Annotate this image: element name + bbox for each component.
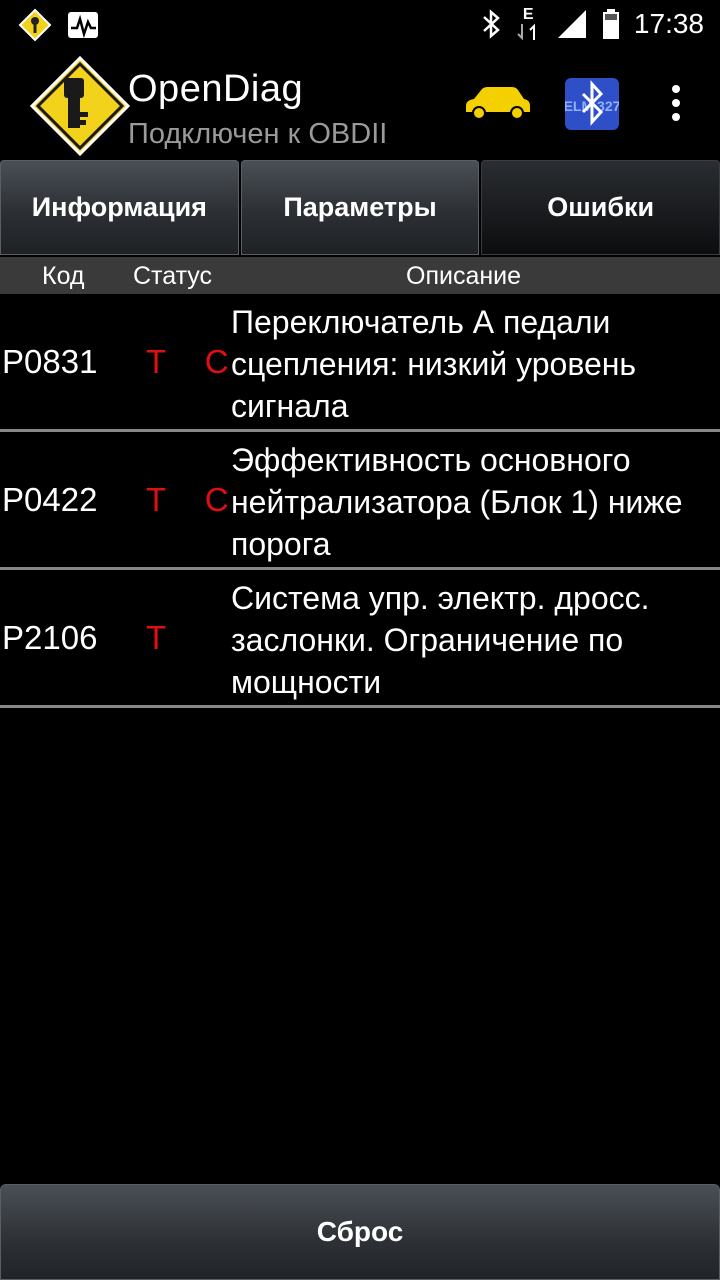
reset-button[interactable]: Сброс <box>0 1184 720 1280</box>
error-description: Эффективность основного нейтрализатора (… <box>231 442 683 562</box>
bluetooth-icon <box>483 9 500 39</box>
signal-icon <box>557 10 586 38</box>
error-list: P0831 T C Переключатель А педали сцеплен… <box>0 294 720 708</box>
table-header: Код Статус Описание <box>0 257 720 294</box>
table-row[interactable]: P0831 T C Переключатель А педали сцеплен… <box>0 294 720 432</box>
column-header-status: Статус <box>133 262 213 290</box>
battery-icon <box>602 9 619 39</box>
error-description: Система упр. электр. дросс. заслонки. Ог… <box>231 580 650 700</box>
column-header-description: Описание <box>406 262 522 290</box>
error-status: T C <box>146 480 244 518</box>
tab-bar: Информация Параметры Ошибки <box>0 160 720 257</box>
tab-errors[interactable]: Ошибки <box>481 160 720 255</box>
error-status: T C <box>146 342 244 380</box>
overflow-menu-icon[interactable] <box>664 84 688 124</box>
error-code: P0831 <box>2 342 98 380</box>
status-bar: E 17:38 <box>0 0 720 50</box>
table-row[interactable]: P2106 T Система упр. электр. дросс. засл… <box>0 570 720 708</box>
tab-information[interactable]: Информация <box>0 160 239 255</box>
warning-key-icon <box>18 8 52 42</box>
car-icon[interactable] <box>462 84 532 122</box>
error-code: P2106 <box>2 618 98 656</box>
app-title: OpenDiag <box>128 68 304 110</box>
tab-parameters[interactable]: Параметры <box>240 160 480 255</box>
action-bar: OpenDiag Подключен к OBDII ELM 327 <box>0 50 720 160</box>
error-code: P0422 <box>2 480 98 518</box>
error-status: T <box>146 618 182 656</box>
key-diamond-logo-icon[interactable] <box>30 56 130 156</box>
clock: 17:38 <box>633 8 704 39</box>
table-row[interactable]: P0422 T C Эффективность основного нейтра… <box>0 432 720 570</box>
column-header-code: Код <box>42 262 85 290</box>
connection-status: Подключен к OBDII <box>128 118 388 150</box>
bluetooth-elm327-icon[interactable]: ELM 327 <box>565 78 619 130</box>
data-e-icon: E <box>516 6 542 42</box>
activity-monitor-icon <box>68 12 98 39</box>
error-description: Переключатель А педали сцепления: низкий… <box>231 304 637 424</box>
